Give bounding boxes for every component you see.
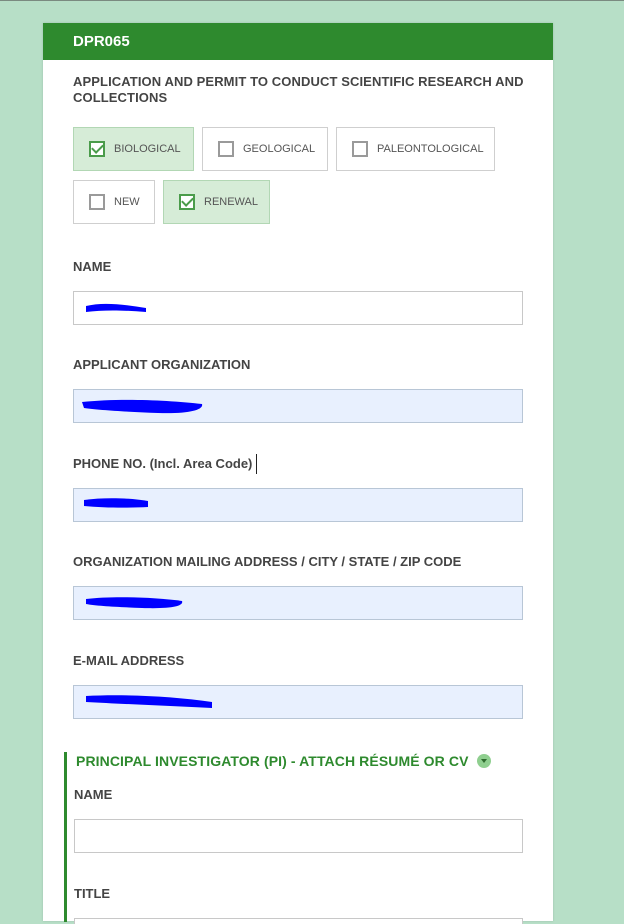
section-accent-bar <box>64 752 67 922</box>
option-label: BIOLOGICAL <box>114 143 181 155</box>
redaction-mark <box>86 695 212 708</box>
top-divider <box>0 0 624 1</box>
redaction-mark <box>86 303 146 312</box>
checkbox[interactable] <box>179 194 195 210</box>
pi-name-label: NAME <box>74 787 113 802</box>
email-input[interactable] <box>73 685 523 719</box>
address-input[interactable] <box>73 586 523 620</box>
pi-name-input[interactable] <box>74 819 523 853</box>
check-icon <box>181 194 194 207</box>
phone-input[interactable] <box>73 488 523 522</box>
email-label: E-MAIL ADDRESS <box>73 653 185 668</box>
redaction-mark <box>82 399 203 414</box>
redaction-mark <box>86 597 183 609</box>
organization-label: APPLICANT ORGANIZATION <box>73 357 251 372</box>
form-code-header: DPR065 <box>43 23 553 60</box>
option-geological[interactable]: GEOLOGICAL <box>202 127 328 171</box>
form-title: APPLICATION AND PERMIT TO CONDUCT SCIENT… <box>73 74 524 105</box>
pi-title-label: TITLE <box>74 886 111 901</box>
address-label: ORGANIZATION MAILING ADDRESS / CITY / ST… <box>73 554 462 569</box>
option-new[interactable]: NEW <box>73 180 155 224</box>
chevron-down-icon[interactable] <box>476 754 491 768</box>
redaction-mark <box>84 498 148 508</box>
option-biological[interactable]: BIOLOGICAL <box>73 127 194 171</box>
name-input[interactable] <box>73 291 523 325</box>
option-label: NEW <box>114 196 140 208</box>
phone-label: PHONE NO. (Incl. Area Code) <box>73 456 253 471</box>
text-cursor <box>256 454 257 474</box>
name-label: NAME <box>73 259 112 274</box>
pi-section-title: PRINCIPAL INVESTIGATOR (PI) - ATTACH RÉS… <box>76 753 469 769</box>
option-label: PALEONTOLOGICAL <box>377 143 484 155</box>
option-renewal[interactable]: RENEWAL <box>163 180 270 224</box>
checkbox[interactable] <box>89 141 105 157</box>
form-card: DPR065 APPLICATION AND PERMIT TO CONDUCT… <box>43 23 553 924</box>
option-label: GEOLOGICAL <box>243 143 316 155</box>
checkbox[interactable] <box>89 194 105 210</box>
check-icon <box>91 141 104 154</box>
checkbox[interactable] <box>218 141 234 157</box>
option-paleontological[interactable]: PALEONTOLOGICAL <box>336 127 495 171</box>
organization-input[interactable] <box>73 389 523 423</box>
pi-section-header[interactable]: PRINCIPAL INVESTIGATOR (PI) - ATTACH RÉS… <box>76 753 491 769</box>
option-label: RENEWAL <box>204 196 258 208</box>
pi-title-input[interactable] <box>74 918 523 924</box>
checkbox[interactable] <box>352 141 368 157</box>
